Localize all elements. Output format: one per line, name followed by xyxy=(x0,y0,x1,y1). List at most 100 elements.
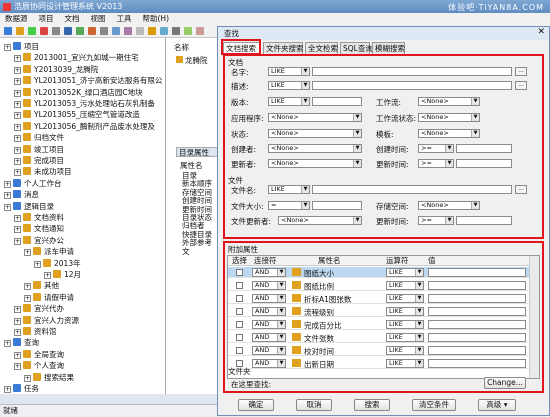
ok-button[interactable]: 确定 xyxy=(238,399,274,411)
row-checkbox[interactable] xyxy=(236,321,243,328)
tree-node[interactable]: + YL2013051_济宁高新安达服务有限公 xyxy=(14,75,162,86)
list-item[interactable]: 龙腾院 xyxy=(176,55,208,66)
row-value-input[interactable] xyxy=(428,307,526,316)
expand-icon[interactable]: + xyxy=(14,226,21,234)
name-input[interactable] xyxy=(312,67,512,76)
tree-node[interactable]: +2013001_宜兴九如城一期住宅 xyxy=(14,52,139,63)
expand-icon[interactable]: + xyxy=(14,237,21,245)
tree-node[interactable]: + 其他 xyxy=(24,280,59,291)
expand-icon[interactable]: + xyxy=(14,363,21,371)
tab-sql-query[interactable]: SQL查询 xyxy=(340,42,373,54)
name-column-header[interactable]: 名称 xyxy=(174,42,189,53)
expand-icon[interactable]: + xyxy=(14,146,21,154)
export-icon[interactable] xyxy=(184,27,192,35)
expand-icon[interactable]: + xyxy=(4,386,11,393)
tree-node[interactable]: + 个人工作台 xyxy=(4,178,62,189)
expand-icon[interactable]: + xyxy=(14,317,21,325)
view-icon[interactable] xyxy=(112,27,120,35)
expand-icon[interactable]: + xyxy=(24,283,31,291)
tree-node[interactable]: + 逻辑目录 xyxy=(4,201,54,212)
checkout-icon[interactable] xyxy=(88,27,96,35)
file-name-input[interactable] xyxy=(312,185,512,194)
expand-icon[interactable]: + xyxy=(14,215,21,222)
create-time-operator-select[interactable]: >= ▼ xyxy=(418,144,454,153)
import-icon[interactable] xyxy=(196,27,204,35)
tree-node[interactable]: + 归档文件 xyxy=(14,132,64,143)
grid-scrollbar[interactable] xyxy=(529,256,539,378)
tree-node[interactable]: + 资料馆 xyxy=(14,326,57,337)
name-browse-button[interactable]: ... xyxy=(515,67,527,76)
tab-fulltext-search[interactable]: 全文检索 xyxy=(305,42,338,54)
mail-icon[interactable] xyxy=(160,27,168,35)
tree-node[interactable]: + 竣工项目 xyxy=(14,144,64,155)
file-name-operator-select[interactable]: LIKE ▼ xyxy=(268,185,310,194)
expand-icon[interactable]: + xyxy=(14,169,21,177)
tree-node[interactable]: + YL2013056_酶制剂产品废水处理及 xyxy=(14,121,155,132)
menu-document[interactable]: 文档 xyxy=(65,14,80,23)
expand-icon[interactable]: + xyxy=(24,374,31,382)
tab-folder-search[interactable]: 文件夹搜索 xyxy=(263,42,304,54)
advanced-button[interactable]: 高级 ▾ xyxy=(478,399,516,411)
expand-icon[interactable]: + xyxy=(24,249,31,257)
file-update-time-input[interactable] xyxy=(456,216,512,225)
settings-icon[interactable] xyxy=(136,27,144,35)
update-time-input[interactable] xyxy=(456,159,512,168)
menu-tools[interactable]: 工具 xyxy=(117,14,132,23)
star-icon[interactable] xyxy=(148,27,156,35)
expand-icon[interactable]: + xyxy=(14,55,21,63)
user-icon[interactable] xyxy=(124,27,132,35)
desc-operator-select[interactable]: LIKE ▼ xyxy=(268,81,310,90)
app-select[interactable]: <None> ▼ xyxy=(268,113,362,122)
row-checkbox[interactable] xyxy=(236,295,243,302)
file-size-operator-select[interactable]: = ▼ xyxy=(268,201,310,210)
row-connector-select[interactable]: AND ▼ xyxy=(252,281,286,290)
row-operator-select[interactable]: LIKE ▼ xyxy=(386,359,424,368)
tree-node[interactable]: + 消息 xyxy=(4,189,39,200)
file-updater-select[interactable]: <None> ▼ xyxy=(278,216,362,225)
expand-icon[interactable]: + xyxy=(14,306,21,314)
tree-node[interactable]: + 任务 xyxy=(4,383,39,394)
properties-icon[interactable] xyxy=(52,27,60,35)
desc-input[interactable] xyxy=(312,81,512,90)
expand-icon[interactable]: + xyxy=(14,78,21,86)
add-icon[interactable] xyxy=(28,27,36,35)
row-value-input[interactable] xyxy=(428,320,526,329)
row-value-input[interactable] xyxy=(428,333,526,342)
row-checkbox[interactable] xyxy=(236,308,243,315)
version-input[interactable] xyxy=(312,97,362,106)
menu-datasource[interactable]: 数据源 xyxy=(5,14,28,23)
expand-icon[interactable]: + xyxy=(4,340,11,348)
workflow-state-select[interactable]: <None> ▼ xyxy=(418,113,480,122)
row-checkbox[interactable] xyxy=(236,282,243,289)
state-select[interactable]: <None> ▼ xyxy=(268,129,362,138)
expand-icon[interactable]: + xyxy=(14,158,21,165)
updater-select[interactable]: <None> ▼ xyxy=(268,159,362,168)
row-operator-select[interactable]: LIKE ▼ xyxy=(386,307,424,316)
refresh-icon[interactable] xyxy=(4,27,12,35)
file-size-input[interactable] xyxy=(312,201,362,210)
clear-button[interactable]: 清空条件 xyxy=(412,399,456,411)
tree-node[interactable]: + 宜兴代办 xyxy=(14,303,64,314)
file-update-time-operator-select[interactable]: >= ▼ xyxy=(418,216,454,225)
creator-select[interactable]: <None> ▼ xyxy=(268,144,362,153)
tree-node[interactable]: + 派车申请 xyxy=(24,246,74,257)
row-checkbox[interactable] xyxy=(236,334,243,341)
row-value-input[interactable] xyxy=(428,294,526,303)
close-icon[interactable]: ✕ xyxy=(537,27,545,37)
workflow-select[interactable]: <None> ▼ xyxy=(418,97,480,106)
row-connector-select[interactable]: AND ▼ xyxy=(252,320,286,329)
tree-node[interactable]: + 搜索结果 xyxy=(24,372,74,383)
print-icon[interactable] xyxy=(100,27,108,35)
version-operator-select[interactable]: LIKE ▼ xyxy=(268,97,310,106)
expand-icon[interactable]: + xyxy=(14,351,21,359)
row-connector-select[interactable]: AND ▼ xyxy=(252,333,286,342)
tree-node[interactable]: + Y2013039_龙腾院 xyxy=(14,64,98,75)
expand-icon[interactable]: + xyxy=(4,192,11,200)
row-operator-select[interactable]: LIKE ▼ xyxy=(386,333,424,342)
row-operator-select[interactable]: LIKE ▼ xyxy=(386,294,424,303)
tree-node[interactable]: +2013年 xyxy=(34,258,81,269)
row-value-input[interactable] xyxy=(428,359,526,368)
tree-node[interactable]: + 完成项目 xyxy=(14,155,64,166)
checkin-icon[interactable] xyxy=(76,27,84,35)
create-time-input[interactable] xyxy=(456,144,512,153)
